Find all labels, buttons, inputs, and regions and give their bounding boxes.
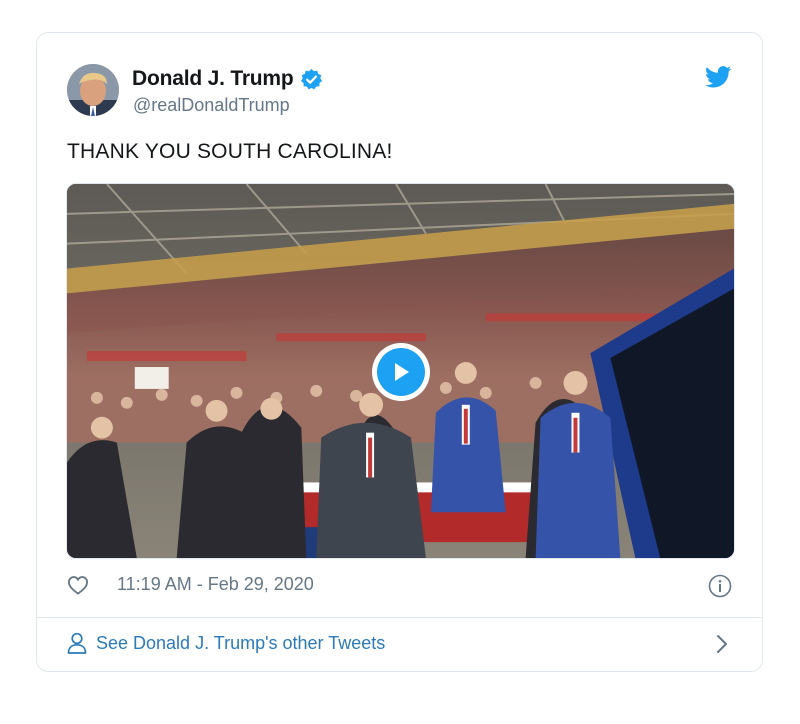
- tweet-text: THANK YOU SOUTH CAROLINA!: [67, 140, 393, 163]
- footer-divider: [37, 617, 762, 618]
- play-button[interactable]: [372, 343, 430, 401]
- user-handle[interactable]: @realDonaldTrump: [133, 95, 290, 116]
- other-tweets-link-text[interactable]: See Donald J. Trump's other Tweets: [96, 633, 385, 654]
- display-name[interactable]: Donald J. Trump: [132, 67, 294, 91]
- play-icon-circle: [377, 348, 425, 396]
- twitter-bird-icon[interactable]: [705, 66, 732, 88]
- video-player[interactable]: [66, 183, 735, 559]
- tweet-card: Donald J. Trump @realDonaldTrump THANK Y…: [36, 32, 763, 672]
- avatar-image: [67, 64, 119, 116]
- chevron-right-icon[interactable]: [716, 634, 728, 654]
- info-icon[interactable]: [708, 574, 732, 598]
- avatar[interactable]: [67, 64, 119, 116]
- person-icon: [67, 632, 87, 654]
- heart-icon[interactable]: [67, 575, 89, 595]
- play-icon: [395, 363, 409, 381]
- tweet-meta-row: 11:19 AM - Feb 29, 2020: [67, 574, 314, 595]
- tweet-timestamp[interactable]: 11:19 AM - Feb 29, 2020: [117, 574, 314, 595]
- other-tweets-link[interactable]: See Donald J. Trump's other Tweets: [67, 632, 385, 654]
- verified-badge-icon: [300, 68, 322, 89]
- author-name-row[interactable]: Donald J. Trump: [132, 67, 323, 91]
